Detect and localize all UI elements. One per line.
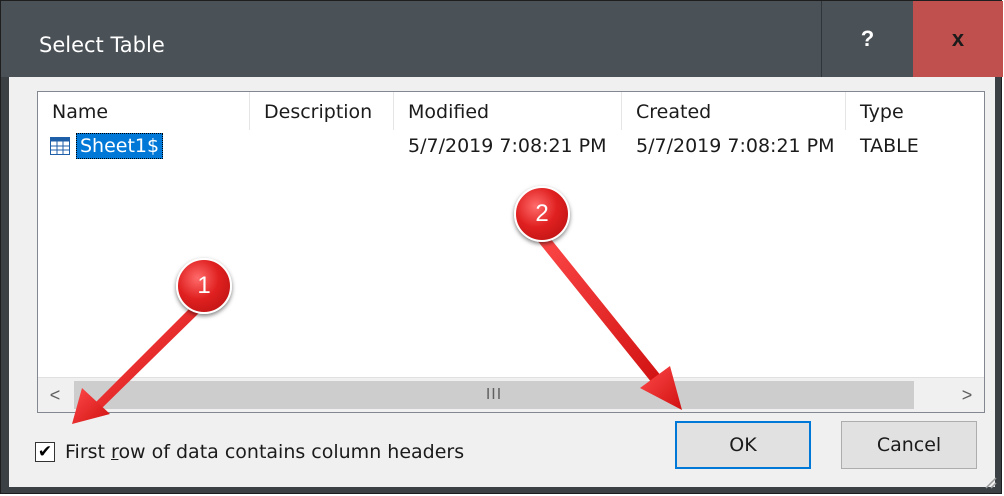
row-created-cell: 5/7/2019 7:08:21 PM bbox=[636, 135, 835, 157]
row-name-cell[interactable]: Sheet1$ bbox=[50, 132, 164, 160]
ok-button[interactable]: OK bbox=[675, 421, 811, 469]
step-1-badge: 1 bbox=[176, 258, 232, 314]
label-suffix: ow of data contains column headers bbox=[118, 441, 465, 463]
table-row[interactable]: Sheet1$ 5/7/2019 7:08:21 PM 5/7/2019 7:0… bbox=[38, 132, 984, 160]
row-name-text: Sheet1$ bbox=[76, 133, 164, 159]
column-header-modified[interactable]: Modified bbox=[394, 92, 622, 130]
list-header: Name Description Modified Created Type bbox=[38, 92, 984, 130]
column-header-name[interactable]: Name bbox=[38, 92, 250, 130]
dialog-body: Name Description Modified Created Type S… bbox=[9, 77, 995, 487]
row-type-cell: TABLE bbox=[860, 135, 919, 157]
table-icon bbox=[50, 137, 70, 155]
header-row-option[interactable]: ✔ First row of data contains column head… bbox=[35, 441, 464, 463]
close-button[interactable]: x bbox=[913, 1, 1003, 77]
title-bar: Select Table ? x bbox=[1, 1, 1003, 77]
select-table-dialog: Select Table ? x Name Description Modifi… bbox=[0, 0, 1003, 494]
header-row-checkbox-label[interactable]: First row of data contains column header… bbox=[65, 441, 464, 463]
header-row-checkbox[interactable]: ✔ bbox=[35, 442, 55, 462]
column-header-created[interactable]: Created bbox=[622, 92, 846, 130]
scroll-right-button[interactable]: > bbox=[950, 378, 984, 412]
scroll-thumb[interactable]: III bbox=[74, 381, 914, 409]
column-header-description[interactable]: Description bbox=[250, 92, 394, 130]
scroll-left-button[interactable]: < bbox=[38, 378, 72, 412]
dialog-title: Select Table bbox=[39, 33, 165, 57]
resize-grip-icon[interactable] bbox=[983, 475, 997, 489]
step-2-badge: 2 bbox=[514, 186, 570, 242]
label-prefix: First bbox=[65, 441, 112, 463]
help-button[interactable]: ? bbox=[821, 1, 913, 77]
horizontal-scrollbar[interactable]: < III > bbox=[38, 377, 984, 412]
row-modified-cell: 5/7/2019 7:08:21 PM bbox=[408, 135, 607, 157]
table-list[interactable]: Name Description Modified Created Type S… bbox=[37, 91, 985, 413]
cancel-button[interactable]: Cancel bbox=[841, 421, 977, 469]
column-header-type[interactable]: Type bbox=[846, 92, 984, 130]
